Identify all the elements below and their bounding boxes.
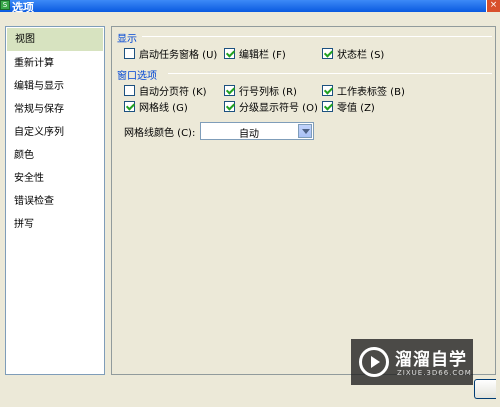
gridline-color-label: 网格线颜色 (C):: [124, 128, 196, 139]
option-gridlines[interactable]: 网格线 (G): [124, 99, 188, 114]
option-row-col-headers[interactable]: 行号列标 (R): [224, 83, 297, 98]
option-sheet-tabs[interactable]: 工作表标签 (B): [322, 83, 405, 98]
window-group-title: 窗口选项: [117, 71, 157, 82]
checkbox-formula-bar[interactable]: [224, 47, 235, 59]
option-label: 工作表标签 (B): [337, 86, 405, 98]
display-group-title: 显示: [117, 34, 137, 45]
category-item-recalculation[interactable]: 重新计算: [6, 52, 104, 75]
category-item-custom-lists[interactable]: 自定义序列: [6, 121, 104, 144]
checkbox-row-col-headers[interactable]: [224, 84, 235, 96]
option-auto-page-break[interactable]: 自动分页符 (K): [124, 83, 207, 98]
checkbox-startup-task-pane[interactable]: [124, 47, 135, 59]
chevron-down-icon[interactable]: [298, 124, 312, 138]
checkbox-gridlines[interactable]: [124, 100, 135, 112]
category-item-view[interactable]: 视图: [7, 28, 103, 51]
watermark-brand: 溜溜自学: [395, 350, 467, 370]
options-panel: 显示 启动任务窗格 (U) 编辑栏 (F) 状态栏 (S) 窗口选项 自动分页符…: [111, 26, 496, 375]
title-bar[interactable]: S 选项 ×: [0, 0, 500, 14]
option-startup-task-pane[interactable]: 启动任务窗格 (U): [124, 46, 218, 61]
gridline-color-value: 自动: [239, 129, 259, 140]
option-label: 启动任务窗格 (U): [139, 49, 218, 61]
ok-button[interactable]: [474, 379, 496, 399]
option-label: 状态栏 (S): [337, 49, 385, 61]
category-item-spelling[interactable]: 拼写: [6, 213, 104, 236]
checkbox-status-bar[interactable]: [322, 47, 333, 59]
option-label: 分级显示符号 (O): [239, 102, 318, 114]
window-group-divider: [168, 73, 492, 74]
watermark: 溜溜自学 ZIXUE.3D66.COM: [351, 339, 473, 385]
category-item-color[interactable]: 颜色: [6, 144, 104, 167]
option-formula-bar[interactable]: 编辑栏 (F): [224, 46, 286, 61]
option-label: 零值 (Z): [337, 102, 375, 114]
window-title: 选项: [12, 1, 34, 14]
app-icon: S: [0, 0, 10, 10]
category-item-general-save[interactable]: 常规与保存: [6, 98, 104, 121]
checkbox-outline-symbols[interactable]: [224, 100, 235, 112]
option-label: 自动分页符 (K): [139, 86, 207, 98]
option-status-bar[interactable]: 状态栏 (S): [322, 46, 385, 61]
checkbox-zero-values[interactable]: [322, 100, 333, 112]
watermark-url: ZIXUE.3D66.COM: [397, 369, 472, 377]
category-list: 视图 重新计算 编辑与显示 常规与保存 自定义序列 颜色 安全性 错误检查 拼写: [5, 26, 105, 375]
option-zero-values[interactable]: 零值 (Z): [322, 99, 375, 114]
display-group-divider: [142, 36, 492, 37]
option-label: 编辑栏 (F): [239, 49, 286, 61]
checkbox-sheet-tabs[interactable]: [322, 84, 333, 96]
category-item-security[interactable]: 安全性: [6, 167, 104, 190]
play-logo-icon: [359, 347, 389, 377]
option-label: 行号列标 (R): [239, 86, 297, 98]
close-button[interactable]: ×: [486, 0, 500, 12]
option-outline-symbols[interactable]: 分级显示符号 (O): [224, 99, 318, 114]
option-label: 网格线 (G): [139, 102, 188, 114]
checkbox-auto-page-break[interactable]: [124, 84, 135, 96]
gridline-color-select[interactable]: 自动: [200, 122, 314, 140]
category-item-error-checking[interactable]: 错误检查: [6, 190, 104, 213]
category-item-edit-display[interactable]: 编辑与显示: [6, 75, 104, 98]
